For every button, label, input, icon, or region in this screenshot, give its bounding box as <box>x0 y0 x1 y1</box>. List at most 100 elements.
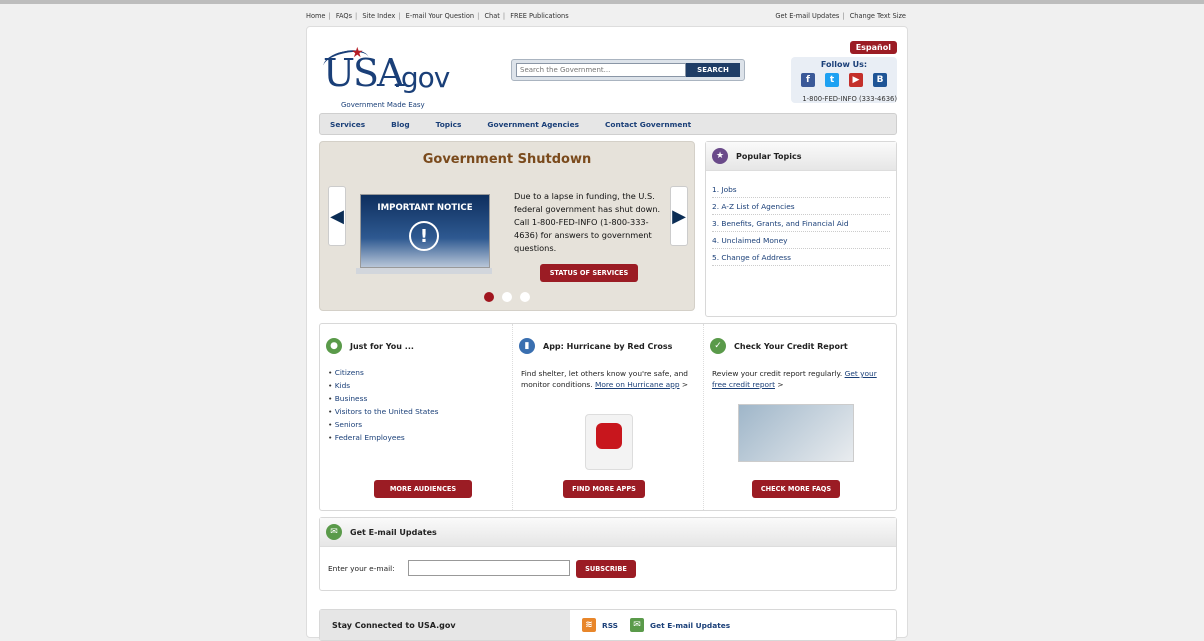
carousel-title: Government Shutdown <box>422 152 592 167</box>
popular-topic-item[interactable]: 5. Change of Address <box>712 249 890 266</box>
app-section: ▮ App: Hurricane by Red Cross Find shelt… <box>512 324 704 510</box>
nav-blog[interactable]: Blog <box>378 120 423 129</box>
util-link-text-size[interactable]: Change Text Size <box>850 12 906 20</box>
stay-connected-links: ≋ RSS ✉ Get E-mail Updates <box>582 618 730 632</box>
nav-contact-government[interactable]: Contact Government <box>592 120 704 129</box>
credit-card-image <box>738 404 854 462</box>
more-audiences-button[interactable]: MORE AUDIENCES <box>374 480 472 498</box>
rss-icon[interactable]: ≋ <box>582 618 596 632</box>
carousel-dot-3[interactable] <box>520 292 530 302</box>
notice-title: IMPORTANT NOTICE <box>377 203 473 213</box>
audience-item[interactable]: Seniors <box>328 418 439 431</box>
util-link-home[interactable]: Home <box>306 12 325 20</box>
exclamation-icon: ! <box>409 221 439 251</box>
envelope-icon[interactable]: ✉ <box>630 618 645 632</box>
page-container: ★ USA .gov Government Made Easy SEARCH E… <box>306 26 908 641</box>
star-badge-icon: ★ <box>712 148 728 164</box>
top-strip <box>0 0 1204 4</box>
nav-services[interactable]: Services <box>320 120 378 129</box>
follow-us-label: Follow Us: <box>820 60 868 69</box>
email-label: Enter your e-mail: <box>328 564 395 573</box>
search-button[interactable]: SEARCH <box>686 63 740 77</box>
email-updates-title: Get E-mail Updates <box>350 527 437 537</box>
logo-gov-text: .gov <box>393 61 450 94</box>
popular-topic-item[interactable]: 2. A-Z List of Agencies <box>712 198 890 215</box>
popular-topic-item[interactable]: 3. Benefits, Grants, and Financial Aid <box>712 215 890 232</box>
carousel-body: Due to a lapse in funding, the U.S. fede… <box>514 191 661 253</box>
util-link-faqs[interactable]: FAQs <box>336 12 352 20</box>
check-more-faqs-button[interactable]: CHECK MORE FAQS <box>752 480 840 498</box>
espanol-button[interactable]: Español <box>849 41 897 54</box>
blog-icon[interactable]: B <box>873 73 887 87</box>
popular-topics-panel: ★ Popular Topics 1. Jobs 2. A-Z List of … <box>705 141 897 317</box>
email-updates-panel: ✉ Get E-mail Updates Enter your e-mail: … <box>319 517 897 591</box>
logo-tagline: Government Made Easy <box>341 101 425 109</box>
subscribe-button[interactable]: SUBSCRIBE <box>576 560 636 578</box>
credit-title: Check Your Credit Report <box>734 341 848 351</box>
carousel-next-arrow[interactable]: ▶ <box>670 186 688 246</box>
phone-number: 1-800-FED-INFO (333-4636) <box>802 95 897 103</box>
util-link-site-index[interactable]: Site Index <box>362 12 395 20</box>
carousel-prev-arrow[interactable]: ◀ <box>328 186 346 246</box>
util-link-email-question[interactable]: E-mail Your Question <box>406 12 474 20</box>
util-link-email-updates[interactable]: Get E-mail Updates <box>775 12 839 20</box>
facebook-icon[interactable]: f <box>801 73 815 87</box>
credit-header: ✓ Check Your Credit Report <box>710 338 848 354</box>
app-title: App: Hurricane by Red Cross <box>543 341 673 351</box>
popular-topics-list: 1. Jobs 2. A-Z List of Agencies 3. Benef… <box>706 181 896 266</box>
just-for-you-header: ● Just for You ... <box>326 338 414 354</box>
popular-topic-item[interactable]: 4. Unclaimed Money <box>712 232 890 249</box>
utility-bar: Home | FAQs | Site Index | E-mail Your Ques… <box>306 12 906 24</box>
credit-text-body: Review your credit report regularly. <box>712 369 843 378</box>
email-updates-link[interactable]: Get E-mail Updates <box>650 621 730 630</box>
logo-usa-text: USA <box>323 51 404 95</box>
app-more-link[interactable]: More on Hurricane app <box>595 380 680 389</box>
find-more-apps-button[interactable]: FIND MORE APPS <box>563 480 645 498</box>
util-link-chat[interactable]: Chat <box>484 12 499 20</box>
utility-links-left: Home | FAQs | Site Index | E-mail Your Ques… <box>306 12 569 20</box>
person-icon: ● <box>326 338 342 354</box>
popular-topics-header: ★ Popular Topics <box>706 142 896 171</box>
main-nav: Services Blog Topics Government Agencies… <box>319 113 897 135</box>
carousel-dot-1[interactable] <box>484 292 494 302</box>
util-link-publications[interactable]: FREE Publications <box>510 12 568 20</box>
logo-tag-made-easy: Made Easy <box>386 101 425 109</box>
logo-tag-government: Government <box>341 101 385 109</box>
status-of-services-button[interactable]: STATUS OF SERVICES <box>540 264 638 282</box>
feature-carousel: Government Shutdown ◀ ▶ IMPORTANT NOTICE… <box>319 141 695 311</box>
just-for-you-title: Just for You ... <box>350 341 414 351</box>
stay-connected-title: Stay Connected to USA.gov <box>320 610 570 640</box>
important-notice-image: IMPORTANT NOTICE ! <box>360 194 490 268</box>
rss-link[interactable]: RSS <box>602 621 618 630</box>
youtube-icon[interactable]: ▶ <box>849 73 863 87</box>
carousel-dot-2[interactable] <box>502 292 512 302</box>
utility-links-right: Get E-mail Updates | Change Text Size <box>775 12 906 20</box>
usa-gov-logo[interactable]: ★ USA .gov Government Made Easy <box>321 45 493 109</box>
phone-app-icon: ▮ <box>519 338 535 354</box>
stay-connected-panel: Stay Connected to USA.gov ≋ RSS ✉ Get E-… <box>319 609 897 641</box>
audience-item[interactable]: Citizens <box>328 366 439 379</box>
audience-item[interactable]: Visitors to the United States <box>328 405 439 418</box>
carousel-dots <box>484 292 530 302</box>
popular-topic-item[interactable]: 1. Jobs <box>712 181 890 198</box>
app-link-suffix: > <box>681 380 689 389</box>
just-for-you-section: ● Just for You ... Citizens Kids Busines… <box>320 324 510 510</box>
audience-item[interactable]: Kids <box>328 379 439 392</box>
email-input[interactable] <box>408 560 570 576</box>
checkmark-icon: ✓ <box>710 338 726 354</box>
search-input[interactable] <box>516 63 686 77</box>
credit-report-section: ✓ Check Your Credit Report Review your c… <box>704 324 894 510</box>
social-icons: f t ▶ B <box>791 73 897 87</box>
twitter-icon[interactable]: t <box>825 73 839 87</box>
red-cross-app-image <box>585 414 633 470</box>
audience-item[interactable]: Federal Employees <box>328 431 439 444</box>
feature-row: ● Just for You ... Citizens Kids Busines… <box>319 323 897 511</box>
nav-topics[interactable]: Topics <box>423 120 475 129</box>
notice-image-base <box>356 268 492 274</box>
email-updates-header: ✉ Get E-mail Updates <box>320 518 896 547</box>
app-header: ▮ App: Hurricane by Red Cross <box>519 338 672 354</box>
nav-government-agencies[interactable]: Government Agencies <box>474 120 592 129</box>
audience-item[interactable]: Business <box>328 392 439 405</box>
credit-link-suffix: > <box>777 380 784 389</box>
popular-topics-title: Popular Topics <box>736 151 802 161</box>
